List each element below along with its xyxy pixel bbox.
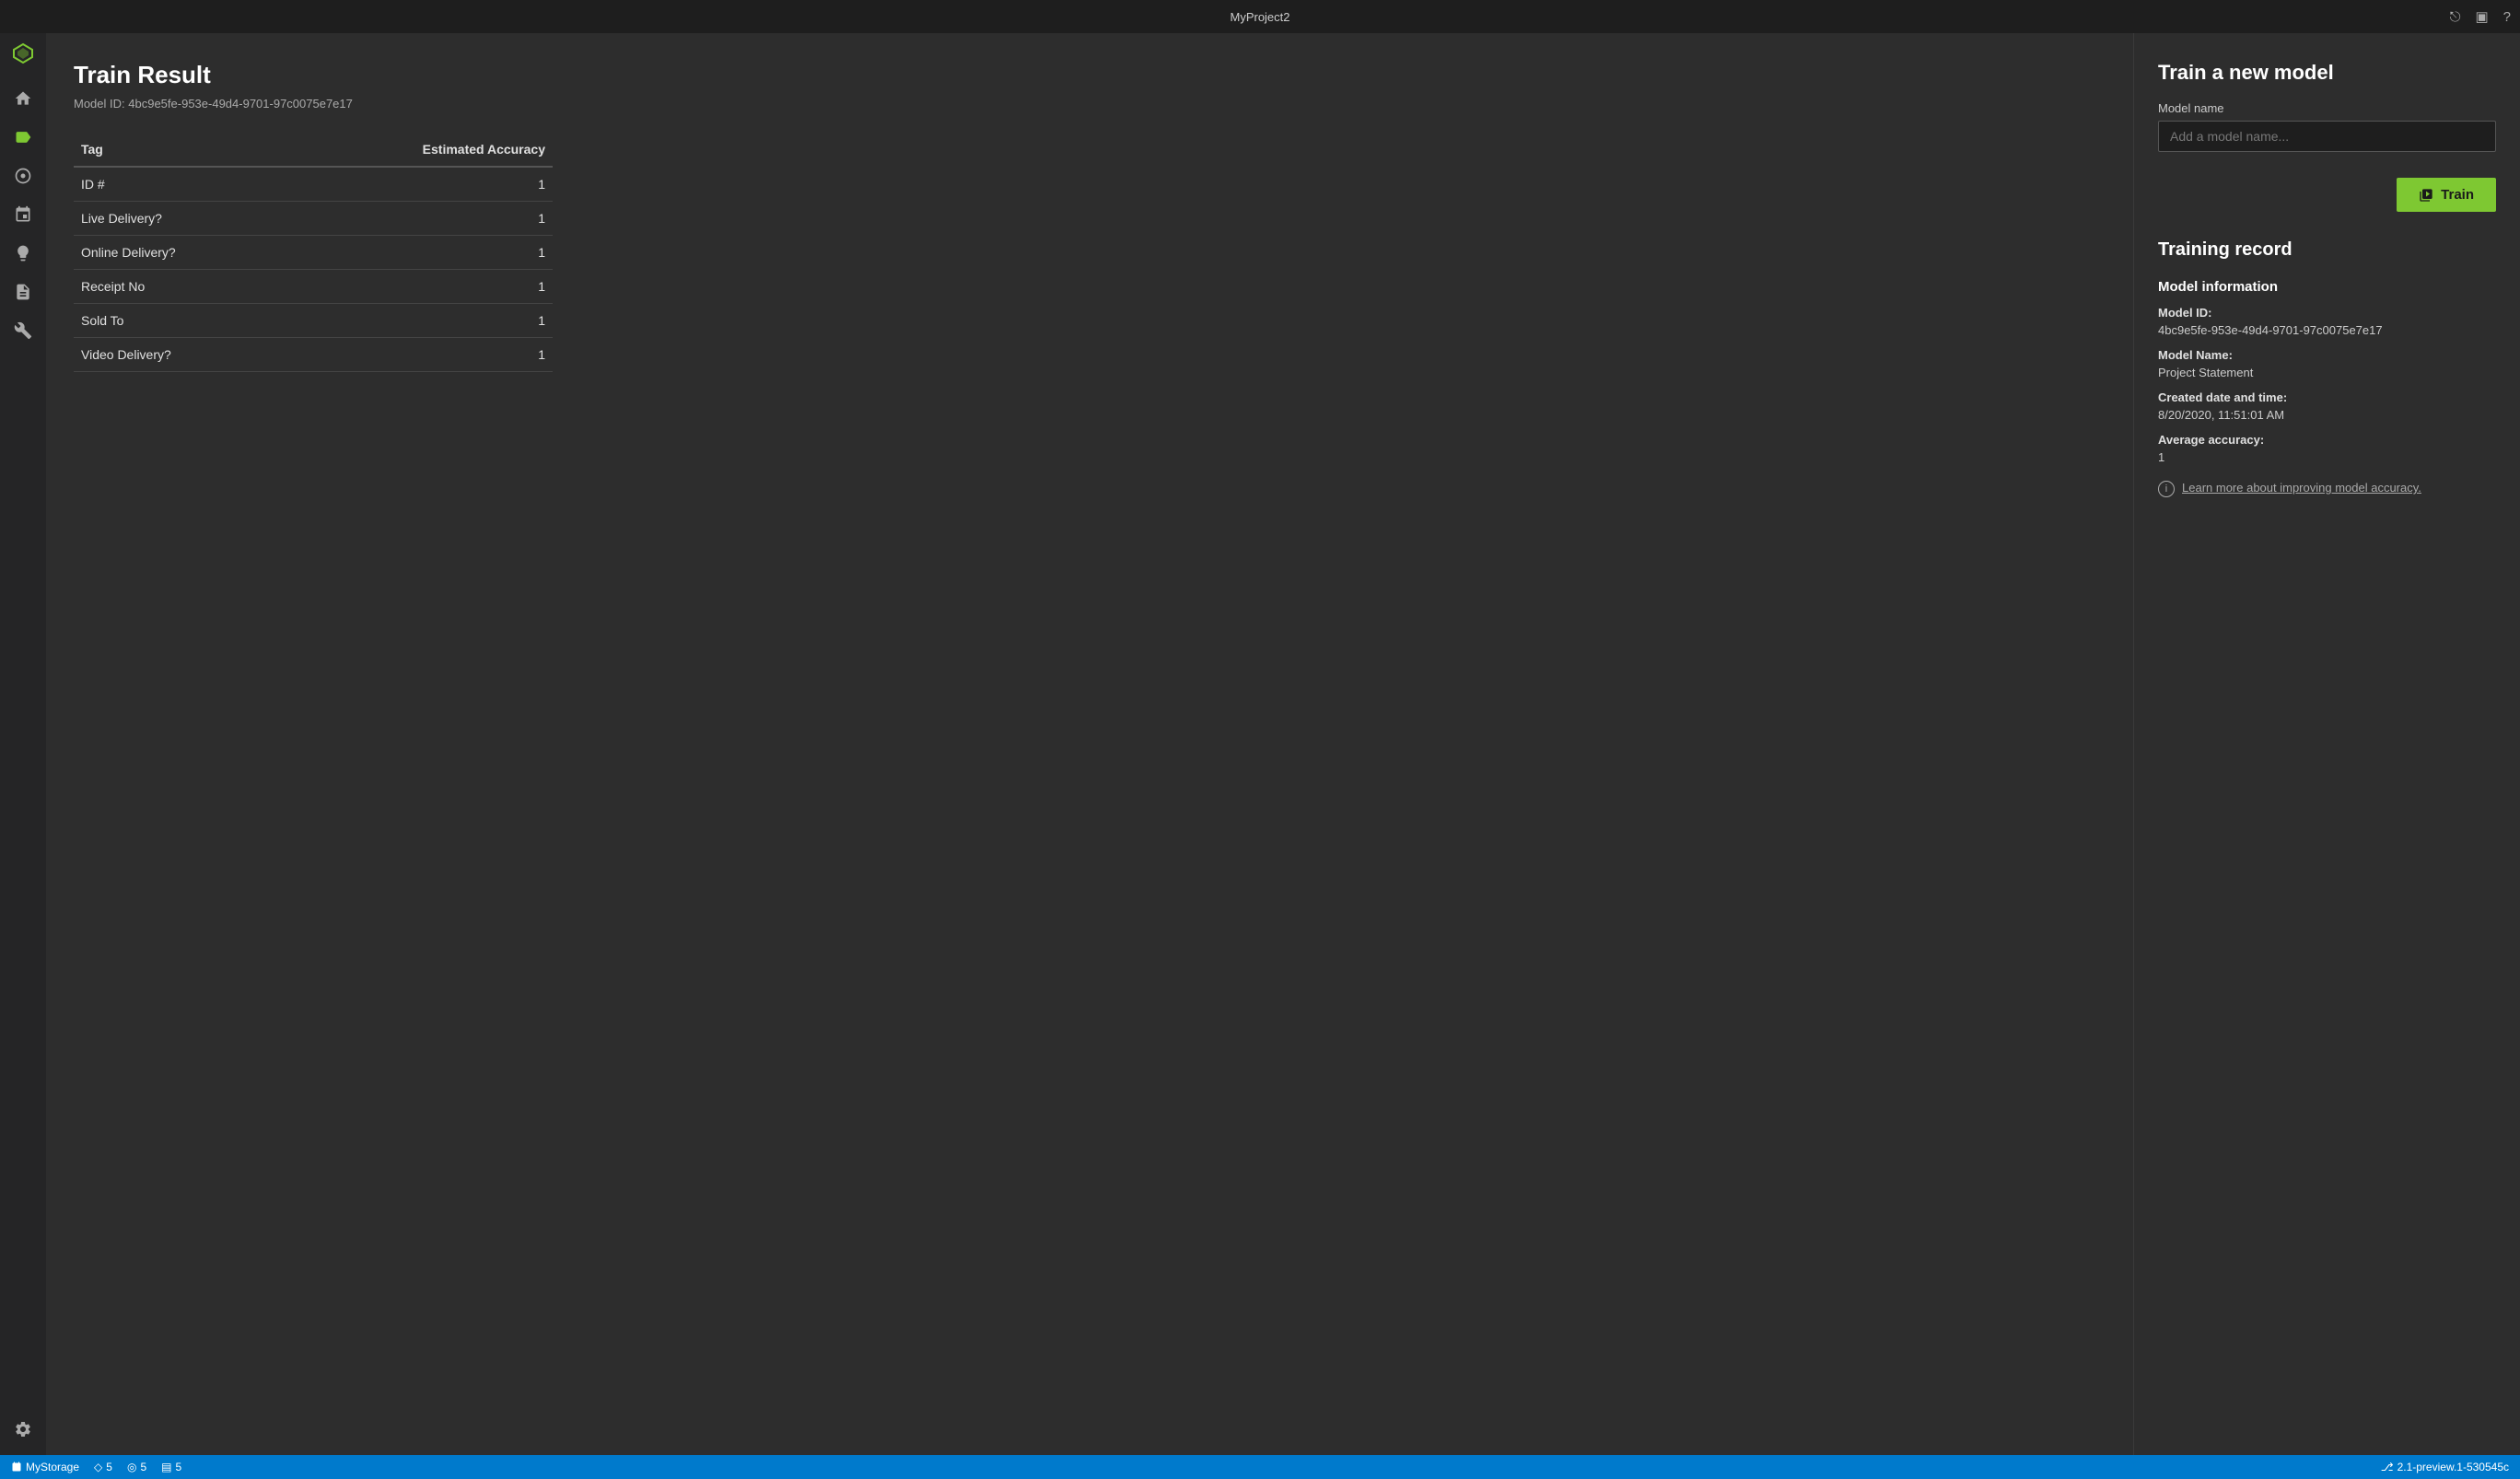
document-count: 5	[175, 1461, 181, 1473]
table-header-tag: Tag	[74, 133, 286, 167]
sidebar-item-home[interactable]	[6, 82, 40, 115]
table-row: Sold To1	[74, 304, 553, 338]
model-name-label: Model name	[2158, 101, 2496, 115]
connection-count: 5	[140, 1461, 146, 1473]
share-icon[interactable]: ⎋	[2450, 9, 2461, 25]
train-button-label: Train	[2441, 187, 2474, 203]
model-info-section: Model information Model ID: 4bc9e5fe-953…	[2158, 279, 2496, 497]
table-header-row: Tag Estimated Accuracy	[74, 133, 553, 167]
storage-status: MyStorage	[11, 1461, 79, 1473]
model-id-value-record: 4bc9e5fe-953e-49d4-9701-97c0075e7e17	[2158, 323, 2496, 337]
table-header-accuracy: Estimated Accuracy	[286, 133, 553, 167]
main-panel: Train Result Model ID: 4bc9e5fe-953e-49d…	[46, 33, 2133, 1455]
model-id-text: Model ID: 4bc9e5fe-953e-49d4-9701-97c007…	[74, 97, 2106, 111]
result-table: Tag Estimated Accuracy ID #1Live Deliver…	[74, 133, 553, 372]
version-text: 2.1-preview.1-530545c	[2398, 1461, 2509, 1473]
layout-icon[interactable]: ▣	[2475, 8, 2488, 25]
train-icon	[2419, 188, 2433, 203]
right-panel: Train a new model Model name Train Train…	[2133, 33, 2520, 1455]
created-date-value: 8/20/2020, 11:51:01 AM	[2158, 408, 2496, 422]
version-status: ⎇ 2.1-preview.1-530545c	[2381, 1461, 2509, 1473]
table-row: Receipt No1	[74, 270, 553, 304]
sidebar-item-tags[interactable]	[6, 121, 40, 154]
accuracy-link[interactable]: i Learn more about improving model accur…	[2158, 481, 2496, 497]
table-cell-tag: ID #	[74, 167, 286, 202]
sidebar-item-settings[interactable]	[6, 1413, 40, 1446]
model-id-label: Model ID:	[74, 97, 125, 111]
app-title: MyProject2	[1230, 10, 1289, 24]
title-bar-actions: ⎋ ▣ ?	[2450, 8, 2511, 25]
sidebar-item-tools[interactable]	[6, 314, 40, 347]
model-name-value-record: Project Statement	[2158, 366, 2496, 379]
average-accuracy-label: Average accuracy:	[2158, 433, 2496, 447]
help-icon[interactable]: ?	[2503, 9, 2511, 25]
table-cell-tag: Sold To	[74, 304, 286, 338]
sidebar-item-ocr[interactable]	[6, 159, 40, 192]
model-id-value: 4bc9e5fe-953e-49d4-9701-97c0075e7e17	[128, 97, 353, 111]
tag-count: 5	[106, 1461, 112, 1473]
title-bar: MyProject2 ⎋ ▣ ?	[0, 0, 2520, 33]
app-layout: Train Result Model ID: 4bc9e5fe-953e-49d…	[0, 33, 2520, 1455]
connection-icon: ◎	[127, 1461, 136, 1473]
table-cell-accuracy: 1	[286, 338, 553, 372]
table-cell-accuracy: 1	[286, 236, 553, 270]
train-button[interactable]: Train	[2397, 178, 2496, 212]
page-title: Train Result	[74, 61, 2106, 89]
table-cell-tag: Online Delivery?	[74, 236, 286, 270]
sidebar-logo	[12, 42, 34, 67]
table-row: Online Delivery?1	[74, 236, 553, 270]
sidebar-item-active-learning[interactable]	[6, 237, 40, 270]
table-row: Live Delivery?1	[74, 202, 553, 236]
document-icon: ▤	[161, 1461, 171, 1473]
table-cell-tag: Receipt No	[74, 270, 286, 304]
table-cell-tag: Live Delivery?	[74, 202, 286, 236]
new-model-title: Train a new model	[2158, 61, 2496, 85]
model-id-label-record: Model ID:	[2158, 306, 2496, 320]
average-accuracy-value: 1	[2158, 450, 2496, 464]
info-icon: i	[2158, 481, 2175, 497]
table-cell-tag: Video Delivery?	[74, 338, 286, 372]
content-area: Train Result Model ID: 4bc9e5fe-953e-49d…	[46, 33, 2520, 1455]
table-row: ID #1	[74, 167, 553, 202]
connection-count-status: ◎ 5	[127, 1461, 146, 1473]
tag-icon: ◇	[94, 1461, 102, 1473]
model-info-title: Model information	[2158, 279, 2496, 295]
sidebar-item-connections[interactable]	[6, 198, 40, 231]
model-name-label-record: Model Name:	[2158, 348, 2496, 362]
storage-name: MyStorage	[26, 1461, 79, 1473]
tag-count-status: ◇ 5	[94, 1461, 112, 1473]
status-bar: MyStorage ◇ 5 ◎ 5 ▤ 5 ⎇ 2.1-preview.1-53…	[0, 1455, 2520, 1479]
table-cell-accuracy: 1	[286, 270, 553, 304]
document-count-status: ▤ 5	[161, 1461, 181, 1473]
accuracy-link-text[interactable]: Learn more about improving model accurac…	[2182, 481, 2421, 495]
table-row: Video Delivery?1	[74, 338, 553, 372]
table-cell-accuracy: 1	[286, 304, 553, 338]
table-cell-accuracy: 1	[286, 167, 553, 202]
created-date-label: Created date and time:	[2158, 390, 2496, 404]
sidebar-item-document[interactable]	[6, 275, 40, 309]
section-divider: Training record Model information Model …	[2158, 212, 2496, 497]
branch-icon-version: ⎇	[2381, 1461, 2394, 1473]
model-name-input[interactable]	[2158, 121, 2496, 152]
table-cell-accuracy: 1	[286, 202, 553, 236]
training-record-title: Training record	[2158, 239, 2496, 261]
sidebar	[0, 33, 46, 1455]
branch-icon	[11, 1462, 22, 1473]
